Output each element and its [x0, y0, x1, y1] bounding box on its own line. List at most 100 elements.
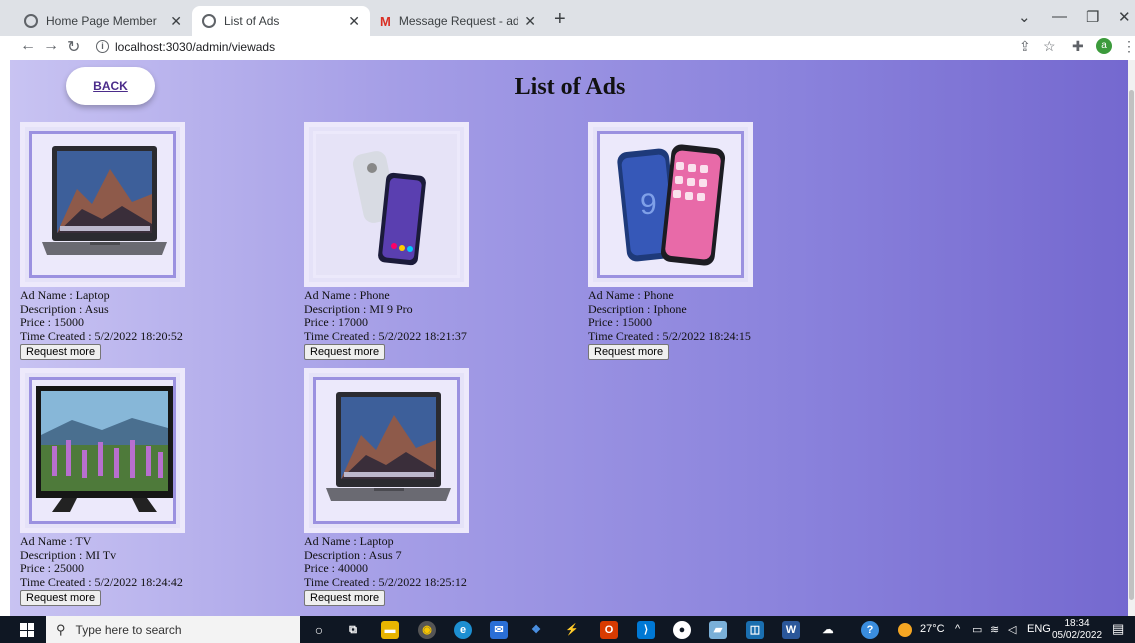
new-tab-button[interactable]: + — [554, 8, 566, 31]
tv-image — [36, 386, 173, 512]
ad-description: Description : Asus 7 — [304, 547, 402, 562]
language-indicator[interactable]: ENG — [1027, 623, 1051, 635]
app-icon[interactable]: ● — [673, 621, 691, 639]
ad-time-created: Time Created : 5/2/2022 18:24:42 — [20, 574, 183, 589]
tab-search-icon[interactable]: ⌄ — [1018, 8, 1031, 26]
ad-image-frame — [304, 368, 469, 533]
notes-icon[interactable]: ▰ — [709, 621, 727, 639]
scrollbar-thumb[interactable] — [1129, 90, 1134, 600]
globe-icon — [24, 14, 38, 28]
request-more-button[interactable]: Request more — [304, 590, 386, 607]
ad-card: 9 Ad Name : Phone Description : Iphone P… — [588, 122, 868, 361]
tab-home-page-member[interactable]: Home Page Member ✕ — [14, 6, 192, 36]
ad-card: Ad Name : Laptop Description : Asus Pric… — [20, 122, 300, 361]
ad-name: Ad Name : Phone — [588, 288, 674, 302]
page-content: BACK List of Ads Ad Name : Laptop Descri… — [10, 60, 1135, 616]
share-icon[interactable]: ⇪ — [1019, 38, 1031, 55]
avatar[interactable]: a — [1096, 38, 1112, 54]
cortana-icon[interactable]: ○ — [310, 621, 328, 639]
system-clock[interactable]: 18:34 05/02/2022 — [1052, 618, 1102, 642]
weather-sun-icon[interactable] — [898, 623, 912, 637]
ad-name: Ad Name : Laptop — [304, 534, 394, 548]
window-close-icon[interactable]: ✕ — [1118, 8, 1131, 26]
close-icon[interactable]: ✕ — [524, 13, 536, 30]
dropbox-icon[interactable]: ❖ — [527, 621, 545, 639]
office-icon[interactable]: O — [600, 621, 618, 639]
speaker-icon[interactable]: ◁ — [1008, 623, 1016, 636]
battery-icon[interactable]: ▭ — [972, 623, 982, 636]
windows-start-icon[interactable] — [20, 623, 34, 637]
ad-price: Price : 40000 — [304, 561, 368, 576]
ad-name: Ad Name : Laptop — [20, 288, 110, 302]
url-field[interactable]: localhost:3030/admin/viewads — [115, 40, 275, 54]
reload-icon[interactable]: ↻ — [67, 37, 80, 57]
search-icon: ⚲ — [56, 621, 66, 637]
page-title: List of Ads — [514, 74, 626, 100]
help-icon[interactable]: ? — [861, 621, 879, 639]
ad-image-frame: 9 — [588, 122, 753, 287]
laptop-image — [42, 146, 167, 255]
ad-image-frame — [304, 122, 469, 287]
tab-list-of-ads[interactable]: List of Ads ✕ — [192, 6, 370, 36]
ad-card: Ad Name : Phone Description : MI 9 Pro P… — [304, 122, 584, 361]
ad-description: Description : MI Tv — [20, 547, 117, 562]
ad-description: Description : MI 9 Pro — [304, 301, 413, 316]
phone-image — [352, 151, 426, 266]
vertical-scrollbar[interactable] — [1128, 60, 1135, 616]
ad-name: Ad Name : TV — [20, 534, 92, 548]
vscode-icon[interactable]: ⟩ — [637, 621, 655, 639]
request-more-button[interactable]: Request more — [588, 344, 670, 361]
wifi-icon[interactable]: ≋ — [990, 623, 999, 636]
task-view-icon[interactable]: ⧉ — [344, 621, 362, 639]
store-icon[interactable]: ◫ — [746, 621, 764, 639]
request-more-button[interactable]: Request more — [20, 344, 102, 361]
browser-tab-bar: Home Page Member ✕ List of Ads ✕ M Messa… — [0, 0, 1135, 36]
word-icon[interactable]: W — [782, 621, 800, 639]
phones-image: 9 — [617, 144, 726, 266]
taskbar-search-input[interactable]: ⚲ Type here to search — [46, 616, 300, 643]
globe-icon — [202, 14, 216, 28]
ad-card: Ad Name : Laptop Description : Asus 7 Pr… — [304, 368, 584, 607]
ad-card: Ad Name : TV Description : MI Tv Price :… — [20, 368, 300, 607]
ad-time-created: Time Created : 5/2/2022 18:21:37 — [304, 328, 467, 343]
file-explorer-icon[interactable]: ▬ — [381, 621, 399, 639]
tab-message-request[interactable]: M Message Request - adpawar18@ ✕ — [370, 6, 546, 36]
gmail-icon: M — [380, 13, 391, 29]
media-icon[interactable]: ☁ — [819, 621, 837, 639]
ad-time-created: Time Created : 5/2/2022 18:24:15 — [588, 328, 751, 343]
clock-date: 05/02/2022 — [1052, 630, 1103, 641]
edge-icon[interactable]: e — [454, 621, 472, 639]
close-icon[interactable]: ✕ — [348, 13, 360, 30]
tab-label: List of Ads — [224, 14, 280, 28]
notifications-icon[interactable]: ▤ — [1112, 621, 1124, 637]
request-more-button[interactable]: Request more — [304, 344, 386, 361]
ad-description: Description : Iphone — [588, 301, 687, 316]
request-more-button[interactable]: Request more — [20, 590, 102, 607]
menu-icon[interactable]: ⋮ — [1122, 38, 1135, 55]
close-icon[interactable]: ✕ — [170, 13, 182, 30]
svg-text:9: 9 — [640, 188, 657, 221]
minimize-icon[interactable]: — — [1052, 8, 1067, 25]
ad-description: Description : Asus — [20, 301, 109, 316]
chrome-icon[interactable]: ◉ — [418, 621, 436, 639]
ad-image-frame — [20, 368, 185, 533]
mail-icon[interactable]: ✉ — [490, 621, 508, 639]
bookmark-star-icon[interactable]: ☆ — [1043, 38, 1056, 55]
restore-icon[interactable]: ❐ — [1086, 8, 1099, 26]
clock-time: 18:34 — [1064, 618, 1090, 629]
weather-temperature[interactable]: 27°C — [920, 623, 945, 635]
extensions-icon[interactable]: ✚ — [1072, 38, 1084, 55]
ad-name: Ad Name : Phone — [304, 288, 390, 302]
tab-label: Message Request - adpawar18@ — [398, 14, 519, 28]
back-arrow-icon[interactable]: ← — [20, 37, 36, 55]
pinned-app-icon[interactable]: ⚡ — [563, 621, 581, 639]
info-icon[interactable]: i — [96, 40, 109, 53]
tab-label: Home Page Member — [46, 14, 157, 28]
ad-time-created: Time Created : 5/2/2022 18:20:52 — [20, 328, 183, 343]
forward-arrow-icon[interactable]: → — [43, 37, 59, 55]
ad-time-created: Time Created : 5/2/2022 18:25:12 — [304, 574, 467, 589]
ad-price: Price : 25000 — [20, 561, 84, 576]
ad-price: Price : 15000 — [588, 315, 652, 330]
laptop-image — [326, 392, 451, 501]
chevron-up-icon[interactable]: ^ — [955, 623, 960, 635]
